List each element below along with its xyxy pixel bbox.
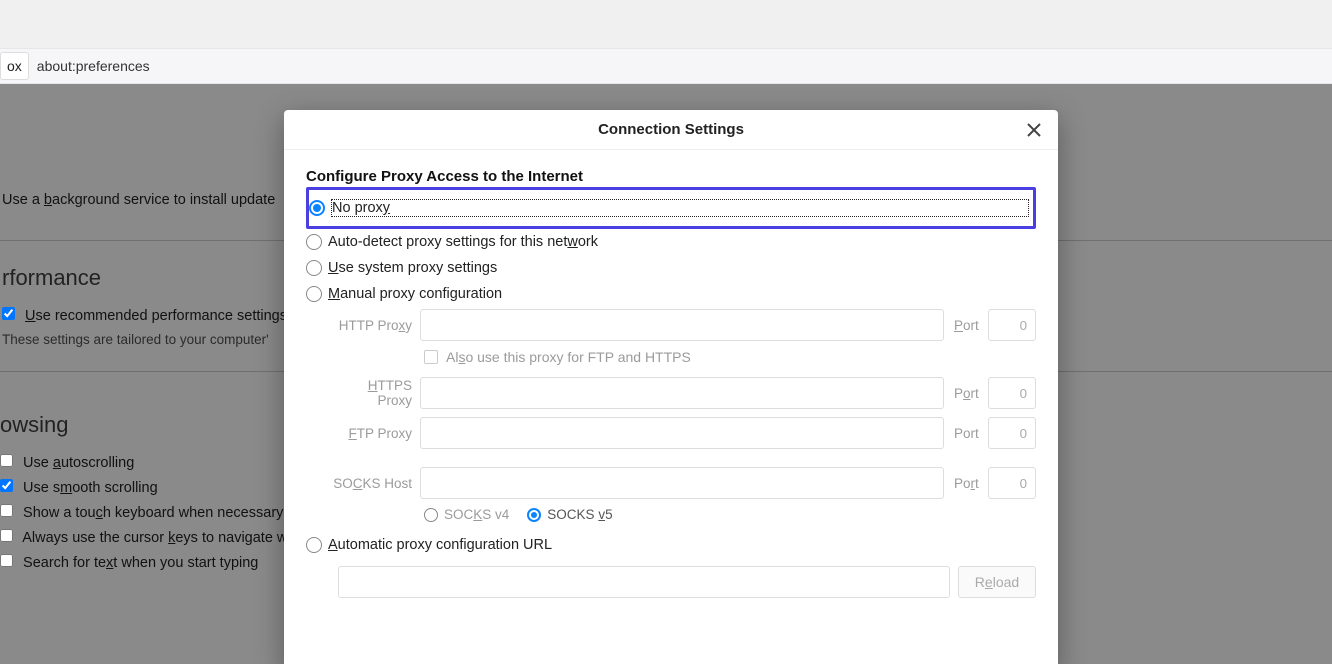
radio-auto-detect-label: Auto-detect proxy settings for this netw… xyxy=(328,234,598,250)
checkbox-icon xyxy=(424,350,438,364)
dialog-title: Connection Settings xyxy=(598,121,744,138)
autoscroll-checkbox xyxy=(0,454,13,467)
http-proxy-label: HTTP Proxy xyxy=(330,318,416,333)
http-port-input[interactable] xyxy=(988,309,1036,341)
tab-fragment-text: ox xyxy=(7,58,22,74)
radio-icon xyxy=(306,286,322,302)
radio-manual-proxy-label: Manual proxy configuration xyxy=(328,286,502,302)
https-proxy-input[interactable] xyxy=(420,377,944,409)
radio-system-proxy-label: Use system proxy settings xyxy=(328,260,497,276)
socks-v5-label: SOCKS v5 xyxy=(547,507,612,522)
radio-manual-proxy[interactable]: Manual proxy configuration xyxy=(306,281,1036,307)
radio-auto-config-url[interactable]: Automatic proxy configuration URL xyxy=(306,532,1036,558)
perf-recommended-checkbox xyxy=(2,307,15,320)
socks-v4-label: SOCKS v4 xyxy=(444,507,509,522)
connection-settings-dialog: Connection Settings Configure Proxy Acce… xyxy=(284,110,1058,664)
radio-icon xyxy=(306,234,322,250)
radio-auto-config-url-label: Automatic proxy configuration URL xyxy=(328,537,552,553)
socks-port-input[interactable] xyxy=(988,467,1036,499)
radio-socks-v5[interactable]: SOCKS v5 xyxy=(527,507,612,522)
ftp-port-input[interactable] xyxy=(988,417,1036,449)
searchtext-checkbox xyxy=(0,554,13,567)
tab-fragment: ox xyxy=(0,52,29,80)
radio-icon xyxy=(306,260,322,276)
reload-button[interactable]: Reload xyxy=(958,566,1036,598)
radio-icon xyxy=(527,508,541,522)
https-port-input[interactable] xyxy=(988,377,1036,409)
https-proxy-label: HTTPS Proxy xyxy=(330,378,416,408)
ftp-proxy-label: FTP Proxy xyxy=(330,426,416,441)
share-proxy-checkbox-row[interactable]: Also use this proxy for FTP and HTTPS xyxy=(424,349,1036,365)
share-proxy-label: Also use this proxy for FTP and HTTPS xyxy=(446,349,691,365)
perf-recommended-label: Use recommended performance settings xyxy=(25,308,287,324)
updates-service-label: Use a background service to install upda… xyxy=(2,192,275,208)
ftp-proxy-input[interactable] xyxy=(420,417,944,449)
touchkbd-checkbox xyxy=(0,504,13,517)
address-bar: ox about:preferences xyxy=(0,48,1332,84)
radio-system-proxy[interactable]: Use system proxy settings xyxy=(306,255,1036,281)
socks-host-label: SOCKS Host xyxy=(330,476,416,491)
close-icon xyxy=(1027,123,1041,137)
radio-no-proxy-label: No proxy xyxy=(331,199,1029,217)
socks-host-input[interactable] xyxy=(420,467,944,499)
url-text: about:preferences xyxy=(29,58,158,74)
browser-toolbar xyxy=(0,0,1332,48)
radio-socks-v4[interactable]: SOCKS v4 xyxy=(424,507,509,522)
preferences-page-dimmed: Use a background service to install upda… xyxy=(0,84,1332,664)
http-proxy-input[interactable] xyxy=(420,309,944,341)
close-button[interactable] xyxy=(1022,118,1046,142)
https-port-label: Port xyxy=(954,386,984,401)
socks-port-label: Port xyxy=(954,476,984,491)
http-port-label: Port xyxy=(954,318,984,333)
radio-icon xyxy=(306,537,322,553)
no-proxy-highlight: No proxy xyxy=(306,187,1036,229)
radio-icon xyxy=(424,508,438,522)
reload-label: Reload xyxy=(975,574,1019,590)
radio-no-proxy[interactable]: No proxy xyxy=(309,194,1029,222)
cursorkeys-checkbox xyxy=(0,529,13,542)
radio-icon xyxy=(309,200,325,216)
section-heading: Configure Proxy Access to the Internet xyxy=(306,168,1036,185)
radio-auto-detect[interactable]: Auto-detect proxy settings for this netw… xyxy=(306,229,1036,255)
auto-config-url-input[interactable] xyxy=(338,566,950,598)
ftp-port-label: Port xyxy=(954,426,984,441)
smooth-checkbox xyxy=(0,479,13,492)
